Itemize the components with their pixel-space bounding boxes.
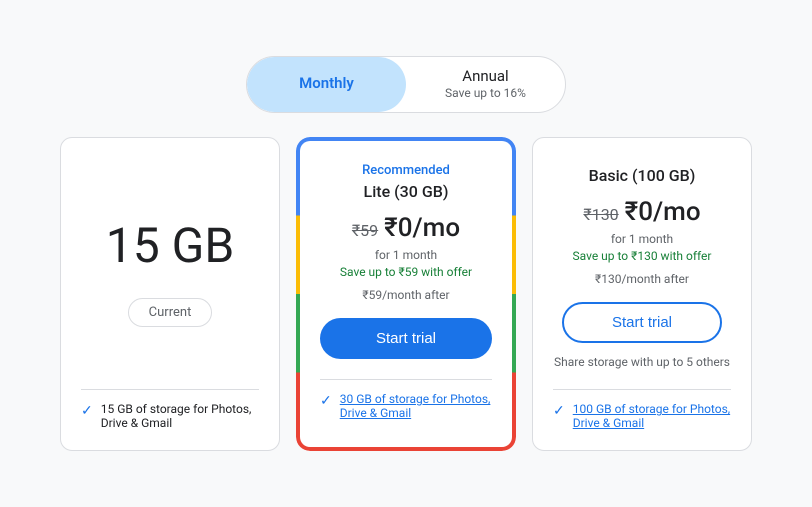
monthly-tab[interactable]: Monthly	[247, 57, 406, 112]
lite-price-row: ₹59 ₹0/mo	[352, 213, 460, 243]
free-feature-text: 15 GB of storage for Photos, Drive & Gma…	[101, 402, 259, 430]
lite-original-price: ₹59	[352, 221, 378, 240]
billing-toggle[interactable]: Monthly Annual Save up to 16%	[246, 56, 566, 113]
basic-plan-name: Basic (100 GB)	[589, 166, 696, 185]
monthly-label: Monthly	[299, 74, 354, 94]
recommended-label: Recommended	[362, 163, 450, 178]
basic-price-row: ₹130 ₹0/mo	[583, 197, 700, 227]
lite-feature: ✓ 30 GB of storage for Photos, Drive & G…	[320, 392, 492, 420]
basic-price-note-line1: for 1 month	[611, 232, 673, 246]
basic-feature-text[interactable]: 100 GB of storage for Photos, Drive & Gm…	[573, 402, 731, 430]
basic-save-note: Save up to ₹130 with offer	[573, 249, 712, 263]
basic-share-note: Share storage with up to 5 others	[554, 355, 730, 369]
basic-plan-card: Basic (100 GB) ₹130 ₹0/mo for 1 month Sa…	[532, 137, 752, 452]
basic-divider	[553, 389, 731, 390]
check-icon: ✓	[81, 403, 93, 419]
free-feature: ✓ 15 GB of storage for Photos, Drive & G…	[81, 402, 259, 430]
current-badge: Current	[128, 298, 213, 327]
free-plan-card: 15 GB Current ✓ 15 GB of storage for Pho…	[60, 137, 280, 452]
annual-tab[interactable]: Annual Save up to 16%	[406, 57, 565, 112]
lite-divider	[320, 379, 492, 380]
lite-price: ₹0/mo	[384, 213, 460, 243]
basic-check-icon: ✓	[553, 403, 565, 419]
lite-price-note: for 1 month Save up to ₹59 with offer	[340, 247, 472, 281]
annual-sub-label: Save up to 16%	[445, 86, 526, 102]
basic-price-note: for 1 month Save up to ₹130 with offer	[573, 231, 712, 265]
plans-container: 15 GB Current ✓ 15 GB of storage for Pho…	[60, 137, 752, 452]
lite-save-note: Save up to ₹59 with offer	[340, 265, 472, 279]
lite-feature-text[interactable]: 30 GB of storage for Photos, Drive & Gma…	[340, 392, 492, 420]
free-storage: 15 GB	[106, 217, 234, 274]
basic-start-trial-button[interactable]: Start trial	[562, 302, 722, 343]
lite-plan-card: Recommended Lite (30 GB) ₹59 ₹0/mo for 1…	[296, 137, 516, 452]
basic-price: ₹0/mo	[625, 197, 701, 227]
lite-start-trial-button[interactable]: Start trial	[320, 318, 492, 359]
annual-label: Annual	[462, 67, 508, 87]
free-divider	[81, 389, 259, 390]
lite-price-after: ₹59/month after	[362, 288, 449, 302]
basic-price-after: ₹130/month after	[595, 272, 689, 286]
lite-check-icon: ✓	[320, 393, 332, 409]
lite-plan-name: Lite (30 GB)	[364, 182, 449, 201]
lite-price-note-line1: for 1 month	[375, 248, 437, 262]
basic-feature: ✓ 100 GB of storage for Photos, Drive & …	[553, 402, 731, 430]
basic-original-price: ₹130	[583, 205, 618, 224]
lite-card-inner: Recommended Lite (30 GB) ₹59 ₹0/mo for 1…	[304, 145, 508, 444]
